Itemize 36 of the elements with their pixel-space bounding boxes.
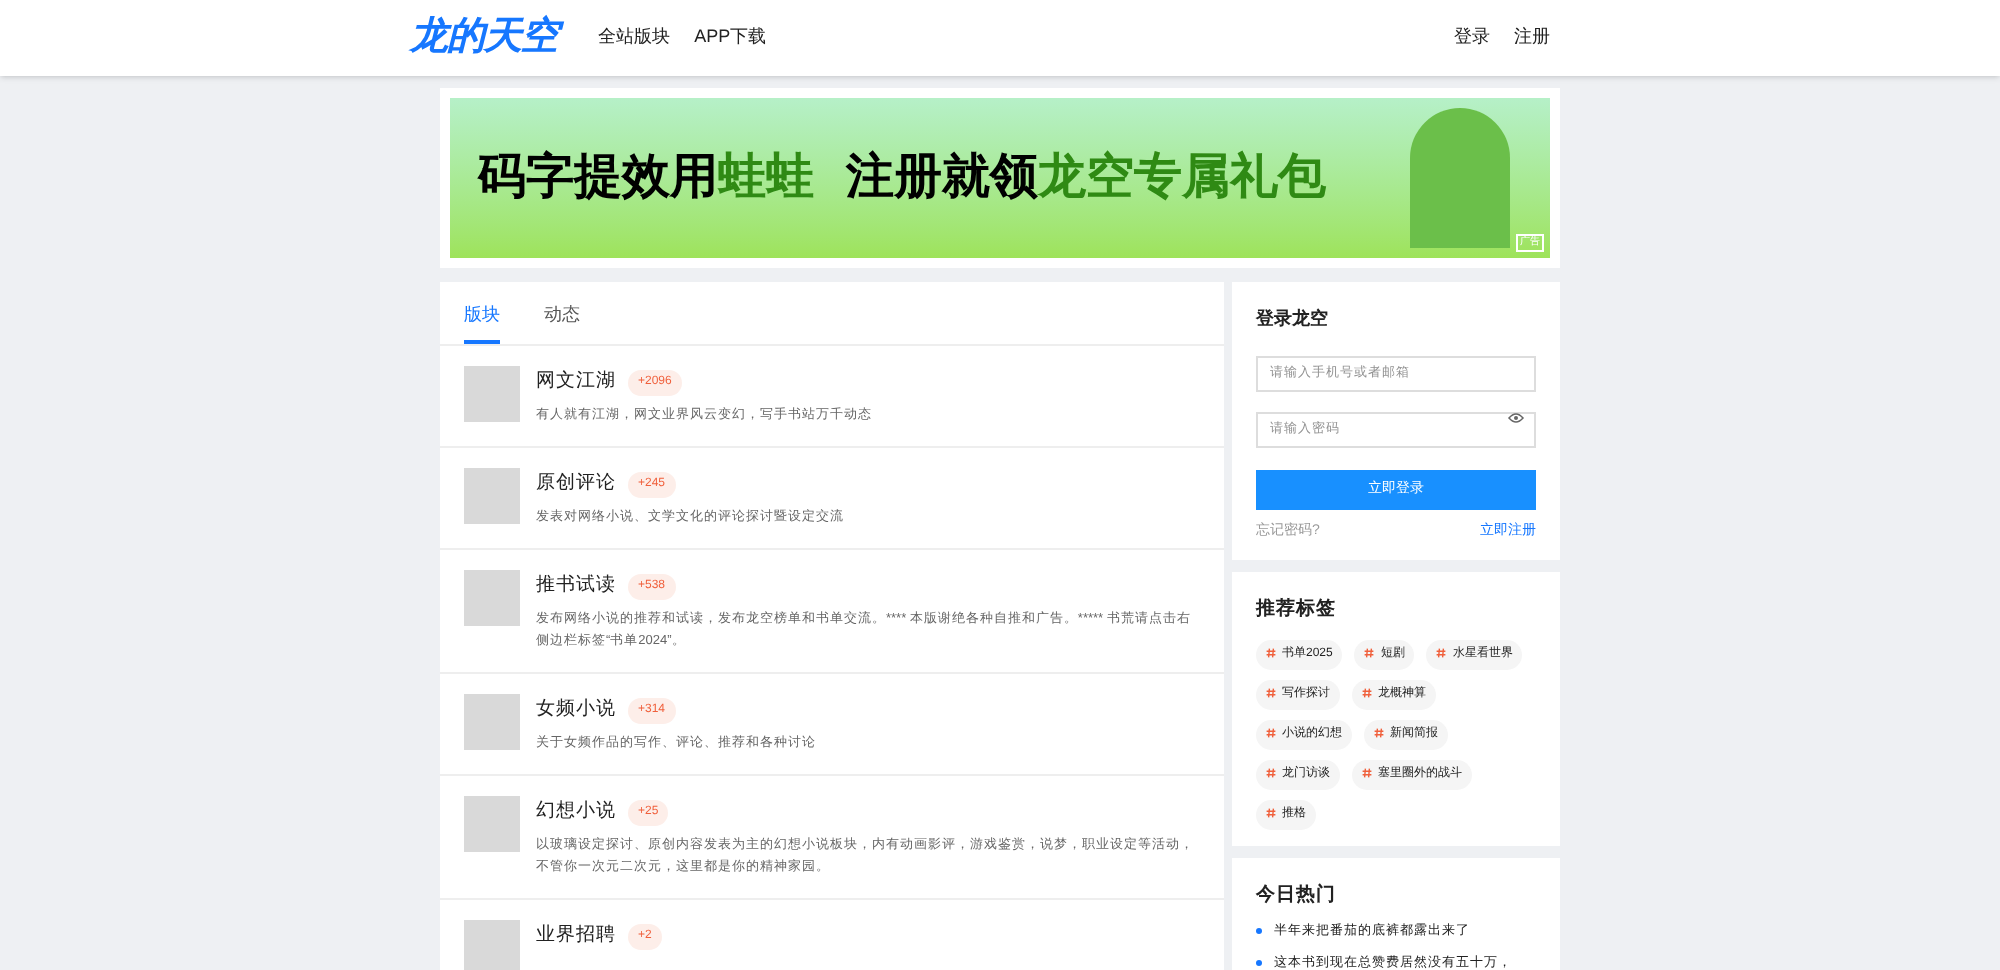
card-title: 今日热门 [1256, 881, 1338, 910]
banner-headline: 码字提效用蛙蛙 注册就领龙空专属礼包 [478, 148, 1326, 208]
auth-link[interactable]: 注册 [1514, 24, 1550, 52]
board-title[interactable]: 推书试读 [536, 571, 616, 601]
hashtag-icon [1362, 767, 1372, 778]
nav-link[interactable]: 全站版块 [598, 24, 671, 52]
hashtag-icon [1436, 647, 1447, 658]
board-title[interactable]: 女频小说 [536, 695, 616, 725]
photo-placeholder[interactable] [464, 468, 520, 524]
hashtag-icon [1362, 687, 1372, 698]
hashtag-icon [1266, 807, 1276, 818]
photo-placeholder[interactable] [464, 694, 520, 750]
hashtag-icon [1364, 647, 1375, 658]
auth-link[interactable]: 登录 [1454, 24, 1490, 52]
board-title[interactable]: 原创评论 [536, 469, 616, 499]
board-title[interactable]: 幻想小说 [536, 797, 616, 827]
photo-placeholder[interactable] [464, 366, 520, 422]
site-logo[interactable]: 龙的天空 [410, 9, 559, 67]
bullet-icon [1256, 928, 1262, 935]
hashtag-icon [1266, 687, 1276, 698]
hashtag-icon [1266, 767, 1276, 778]
eye-icon[interactable] [1508, 412, 1524, 424]
photo-placeholder[interactable] [464, 920, 520, 970]
board-title[interactable]: 业界招聘 [536, 921, 616, 951]
tab[interactable]: 动态 [544, 282, 580, 344]
card-title: 登录龙空 [1256, 306, 1330, 332]
hashtag-icon [1266, 647, 1276, 658]
photo-placeholder[interactable] [464, 570, 520, 626]
tab[interactable]: 版块 [464, 282, 500, 344]
card-title: 推荐标签 [1256, 595, 1338, 623]
photo-placeholder[interactable] [464, 796, 520, 852]
hashtag-icon [1374, 727, 1384, 738]
bullet-icon [1256, 960, 1262, 967]
board-title[interactable]: 网文江湖 [536, 367, 616, 397]
nav-link[interactable]: APP下载 [694, 24, 767, 52]
hashtag-icon [1266, 727, 1276, 738]
